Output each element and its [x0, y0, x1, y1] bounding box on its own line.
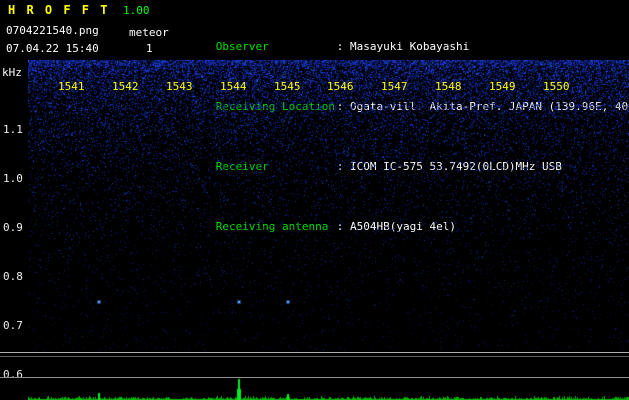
- datetime: 07.04.22 15:40: [6, 42, 99, 55]
- x-tick-1549: 1549: [489, 80, 516, 93]
- x-tick-1547: 1547: [381, 80, 408, 93]
- app-title: H R O F F T: [8, 3, 110, 17]
- level-meter-canvas: [28, 378, 629, 400]
- y-tick-0-7: 0.7: [3, 319, 23, 332]
- x-tick-1541: 1541: [58, 80, 85, 93]
- x-tick-1544: 1544: [220, 80, 247, 93]
- filename: 0704221540.png: [6, 24, 99, 37]
- app-version: 1.00: [123, 4, 150, 17]
- x-tick-1542: 1542: [112, 80, 139, 93]
- x-tick-1543: 1543: [166, 80, 193, 93]
- y-tick-1-0: 1.0: [3, 172, 23, 185]
- x-tick-1546: 1546: [327, 80, 354, 93]
- separator-line: [0, 356, 629, 357]
- y-tick-1-1: 1.1: [3, 123, 23, 136]
- meteor-count: 1: [146, 42, 153, 55]
- spectrogram-canvas: [28, 60, 629, 351]
- x-tick-1550: 1550: [543, 80, 570, 93]
- y-tick-0-9: 0.9: [3, 221, 23, 234]
- hrofft-window: H R O F F T 1.00 0704221540.png meteor 0…: [0, 0, 629, 400]
- y-axis-unit: kHz: [2, 66, 22, 79]
- info-value: : Masayuki Kobayashi: [336, 40, 470, 53]
- y-tick-0-8: 0.8: [3, 270, 23, 283]
- info-label: Observer: [215, 40, 269, 53]
- x-tick-1545: 1545: [274, 80, 301, 93]
- mode-label: meteor: [129, 26, 169, 39]
- separator-line: [0, 352, 629, 353]
- x-tick-1548: 1548: [435, 80, 462, 93]
- y-tick-0-6: 0.6: [3, 368, 23, 381]
